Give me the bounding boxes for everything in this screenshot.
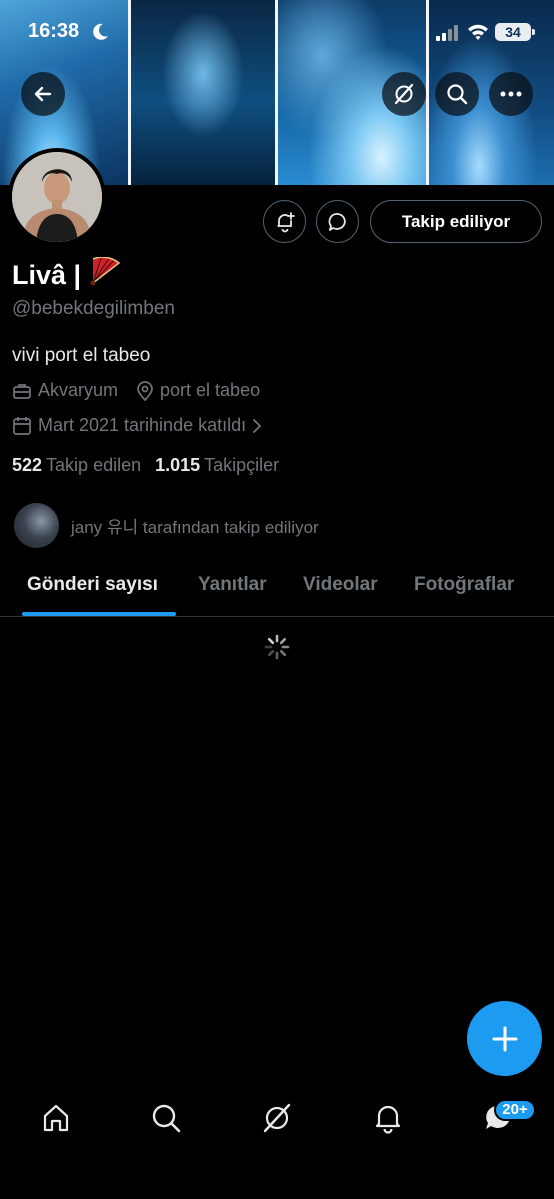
profile-name: Livâ | <box>12 256 121 294</box>
following-label: Takip edilen <box>46 455 142 475</box>
following-button[interactable]: Takip ediliyor <box>370 200 542 243</box>
search-button[interactable] <box>435 72 479 116</box>
followed-by-row[interactable]: jany 유니 tarafından takip ediliyor <box>14 503 319 548</box>
bell-icon[interactable] <box>372 1102 404 1139</box>
more-icon <box>500 91 522 97</box>
followers-count: 1.015 <box>155 455 201 475</box>
messages-badge: 20+ <box>494 1099 536 1121</box>
profile-tabs: Gönderi sayısı Yanıtlar Videolar Fotoğra… <box>0 560 554 617</box>
tab-videos[interactable]: Videolar <box>303 574 378 596</box>
tab-photos[interactable]: Fotoğraflar <box>414 574 514 596</box>
notifications-button[interactable] <box>263 200 306 243</box>
profile-location: port el tabeo <box>160 380 261 400</box>
followed-by-text: jany 유니 tarafından takip ediliyor <box>71 518 319 537</box>
profile-avatar[interactable] <box>8 148 106 246</box>
arrow-left-icon <box>34 86 52 102</box>
chevron-right-icon <box>252 418 262 434</box>
search-icon[interactable] <box>150 1102 182 1139</box>
status-bar: 16:38 34 <box>0 20 554 48</box>
calendar-icon <box>12 416 32 436</box>
home-icon[interactable] <box>40 1102 72 1139</box>
battery-indicator: 34 <box>495 23 535 41</box>
loading-spinner-icon <box>263 633 291 666</box>
avatar-image <box>12 152 102 242</box>
tab-replies[interactable]: Yanıtlar <box>198 574 267 596</box>
wifi-icon <box>467 23 489 46</box>
profile-bio: vivi port el tabeo <box>12 345 151 366</box>
bottom-navigation <box>0 1088 554 1158</box>
grok-button[interactable] <box>382 72 426 116</box>
more-button[interactable] <box>489 72 533 116</box>
location-pin-icon <box>136 380 154 401</box>
active-tab-indicator <box>22 612 176 616</box>
profile-join-date[interactable]: Mart 2021 tarihinde katıldı <box>12 415 268 436</box>
display-name: Livâ | <box>12 260 82 290</box>
plus-icon <box>492 1026 517 1051</box>
grok-icon[interactable] <box>261 1102 293 1139</box>
tab-posts[interactable]: Gönderi sayısı <box>27 574 158 596</box>
following-link[interactable]: 522 Takip edilen <box>12 455 141 476</box>
followers-link[interactable]: 1.015 Takipçiler <box>155 455 279 476</box>
profile-category[interactable]: Akvaryum <box>38 380 118 401</box>
signal-icon <box>436 25 460 46</box>
back-button[interactable] <box>21 72 65 116</box>
following-count: 522 <box>12 455 43 475</box>
followers-label: Takipçiler <box>204 455 280 475</box>
moon-icon <box>90 22 110 47</box>
bell-plus-icon <box>277 211 295 232</box>
compose-button[interactable] <box>467 1001 542 1076</box>
search-icon <box>447 84 468 105</box>
profile-meta: Akvaryum port el tabeo <box>12 380 260 401</box>
follow-counts: 522 Takip edilen 1.015 Takipçiler <box>12 455 279 476</box>
status-time: 16:38 <box>28 20 80 42</box>
message-button[interactable] <box>316 200 359 243</box>
grok-icon <box>394 83 414 105</box>
profile-handle: @bebekdegilimben <box>12 298 175 319</box>
briefcase-icon <box>12 382 32 400</box>
follower-avatar <box>14 503 59 548</box>
joined-text: Mart 2021 tarihinde katıldı <box>38 415 247 435</box>
message-icon <box>328 212 346 231</box>
fan-emoji-icon <box>89 256 121 294</box>
